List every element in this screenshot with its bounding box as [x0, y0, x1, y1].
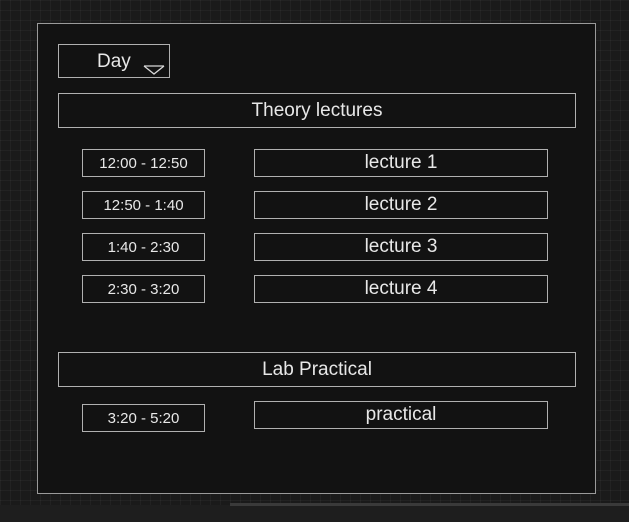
lab-time-slot-1[interactable]: 3:20 - 5:20	[82, 404, 205, 432]
horizontal-scrollbar[interactable]	[0, 505, 629, 522]
theory-lectures-heading: Theory lectures	[58, 93, 576, 128]
theory-time-slot-2[interactable]: 12:50 - 1:40	[82, 191, 205, 219]
lab-session-1[interactable]: practical	[254, 401, 548, 429]
scrollbar-thumb[interactable]	[230, 503, 629, 506]
day-dropdown-label: Day	[97, 51, 131, 72]
lab-practical-heading: Lab Practical	[58, 352, 576, 387]
theory-session-2[interactable]: lecture 2	[254, 191, 548, 219]
day-dropdown[interactable]: Day	[58, 44, 170, 78]
theory-session-3[interactable]: lecture 3	[254, 233, 548, 261]
chevron-down-icon[interactable]	[143, 62, 165, 80]
theory-session-1[interactable]: lecture 1	[254, 149, 548, 177]
theory-session-4[interactable]: lecture 4	[254, 275, 548, 303]
theory-time-slot-3[interactable]: 1:40 - 2:30	[82, 233, 205, 261]
theory-time-slot-4[interactable]: 2:30 - 3:20	[82, 275, 205, 303]
theory-time-slot-1[interactable]: 12:00 - 12:50	[82, 149, 205, 177]
